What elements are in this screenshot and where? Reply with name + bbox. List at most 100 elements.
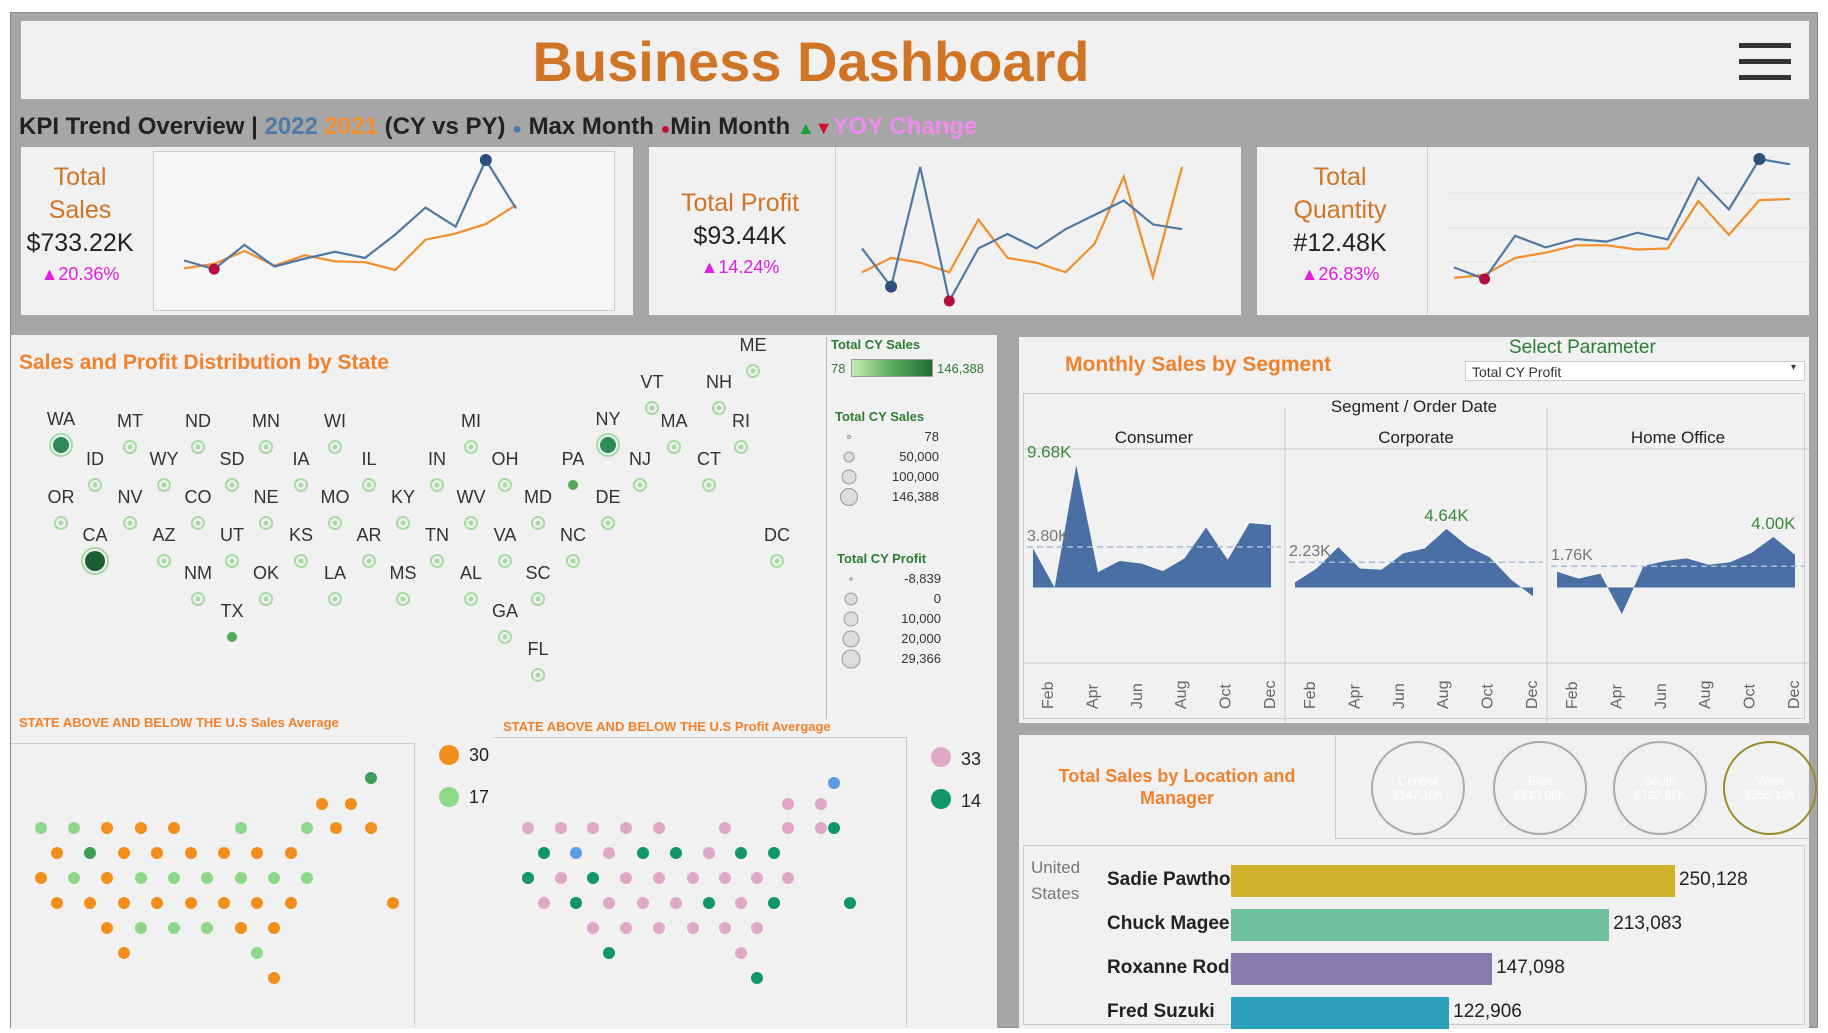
sales-avg-state-dot[interactable] bbox=[101, 922, 113, 934]
profit-avg-state-dot[interactable] bbox=[620, 822, 632, 834]
profit-avg-state-dot[interactable] bbox=[735, 947, 747, 959]
sales-avg-state-dot[interactable] bbox=[268, 922, 280, 934]
state-ks[interactable]: KS bbox=[289, 525, 313, 568]
sales-avg-state-dot[interactable] bbox=[251, 947, 263, 959]
sales-avg-state-dot[interactable] bbox=[84, 847, 96, 859]
sales-avg-state-dot[interactable] bbox=[35, 872, 47, 884]
sales-avg-state-dot[interactable] bbox=[185, 897, 197, 909]
profit-avg-state-dot[interactable] bbox=[687, 922, 699, 934]
region-south-badge[interactable]: South $122.91K bbox=[1613, 741, 1707, 835]
profit-avg-state-dot[interactable] bbox=[670, 847, 682, 859]
state-me[interactable]: ME bbox=[740, 335, 767, 378]
profit-avg-state-dot[interactable] bbox=[751, 872, 763, 884]
sales-avg-state-dot[interactable] bbox=[268, 972, 280, 984]
profit-avg-state-dot[interactable] bbox=[719, 822, 731, 834]
param-select[interactable]: Total CY Profit ▾ bbox=[1465, 361, 1805, 381]
sales-avg-state-dot[interactable] bbox=[51, 897, 63, 909]
sales-avg-state-dot[interactable] bbox=[135, 822, 147, 834]
state-il[interactable]: IL bbox=[361, 449, 377, 492]
state-de[interactable]: DE bbox=[595, 487, 621, 530]
state-ma[interactable]: MA bbox=[661, 411, 688, 454]
max-month-marker[interactable] bbox=[479, 154, 492, 166]
state-ok[interactable]: OK bbox=[253, 563, 279, 606]
profit-avg-state-dot[interactable] bbox=[844, 897, 856, 909]
state-mi[interactable]: MI bbox=[461, 411, 481, 454]
profit-avg-state-dot[interactable] bbox=[587, 922, 599, 934]
min-month-marker[interactable] bbox=[943, 295, 955, 307]
profit-avg-state-dot[interactable] bbox=[782, 872, 794, 884]
state-va[interactable]: VA bbox=[494, 525, 517, 568]
sales-avg-state-dot[interactable] bbox=[68, 822, 80, 834]
state-az[interactable]: AZ bbox=[152, 525, 176, 568]
sales-avg-state-dot[interactable] bbox=[201, 872, 213, 884]
sales-avg-state-dot[interactable] bbox=[168, 822, 180, 834]
state-ga[interactable]: GA bbox=[492, 601, 518, 644]
state-ct[interactable]: CT bbox=[697, 449, 721, 492]
profit-avg-state-dot[interactable] bbox=[555, 872, 567, 884]
sales-avg-state-dot[interactable] bbox=[168, 922, 180, 934]
manager-bar[interactable] bbox=[1231, 909, 1610, 941]
state-nh[interactable]: NH bbox=[706, 372, 732, 415]
sales-avg-state-dot[interactable] bbox=[151, 897, 163, 909]
profit-avg-state-dot[interactable] bbox=[815, 822, 827, 834]
state-ca[interactable]: CA bbox=[81, 525, 109, 575]
sales-avg-state-dot[interactable] bbox=[135, 922, 147, 934]
sales-avg-state-dot[interactable] bbox=[135, 872, 147, 884]
min-month-marker[interactable] bbox=[208, 263, 220, 275]
sales-avg-state-dot[interactable] bbox=[285, 897, 297, 909]
state-mn[interactable]: MN bbox=[252, 411, 280, 454]
state-vt[interactable]: VT bbox=[640, 372, 664, 415]
profit-avg-state-dot[interactable] bbox=[538, 847, 550, 859]
state-nm[interactable]: NM bbox=[184, 563, 212, 606]
sales-avg-state-dot[interactable] bbox=[218, 847, 230, 859]
manager-bar[interactable] bbox=[1231, 953, 1493, 985]
sales-avg-state-dot[interactable] bbox=[118, 847, 130, 859]
state-nj[interactable]: NJ bbox=[629, 449, 651, 492]
state-wy[interactable]: WY bbox=[150, 449, 179, 492]
state-pa[interactable]: PA bbox=[562, 449, 585, 490]
state-mt[interactable]: MT bbox=[117, 411, 143, 454]
sales-avg-state-dot[interactable] bbox=[84, 897, 96, 909]
profit-avg-state-dot[interactable] bbox=[828, 822, 840, 834]
profit-avg-state-dot[interactable] bbox=[687, 872, 699, 884]
state-dc[interactable]: DC bbox=[764, 525, 790, 568]
sales-avg-state-dot[interactable] bbox=[387, 897, 399, 909]
state-sc[interactable]: SC bbox=[525, 563, 551, 606]
min-month-marker[interactable] bbox=[1479, 273, 1491, 285]
profit-avg-state-dot[interactable] bbox=[637, 847, 649, 859]
sales-avg-state-dot[interactable] bbox=[101, 822, 113, 834]
profit-avg-state-dot[interactable] bbox=[782, 798, 794, 810]
state-nv[interactable]: NV bbox=[117, 487, 143, 530]
state-wv[interactable]: WV bbox=[457, 487, 486, 530]
region-east-badge[interactable]: East $213.08K bbox=[1493, 741, 1587, 835]
profit-avg-state-dot[interactable] bbox=[768, 847, 780, 859]
sales-avg-state-dot[interactable] bbox=[365, 822, 377, 834]
region-west-badge[interactable]: West $250.13K bbox=[1723, 741, 1817, 835]
sales-avg-state-dot[interactable] bbox=[151, 847, 163, 859]
sales-avg-state-dot[interactable] bbox=[35, 822, 47, 834]
profit-avg-state-dot[interactable] bbox=[538, 897, 550, 909]
region-central-badge[interactable]: Central $147.10K bbox=[1371, 741, 1465, 835]
state-ms[interactable]: MS bbox=[390, 563, 417, 606]
profit-avg-state-dot[interactable] bbox=[637, 897, 649, 909]
manager-bar[interactable] bbox=[1231, 997, 1450, 1029]
profit-avg-state-dot[interactable] bbox=[522, 822, 534, 834]
state-ut[interactable]: UT bbox=[220, 525, 244, 568]
profit-avg-state-dot[interactable] bbox=[703, 847, 715, 859]
profit-avg-state-dot[interactable] bbox=[815, 798, 827, 810]
profit-avg-state-dot[interactable] bbox=[719, 872, 731, 884]
state-sd[interactable]: SD bbox=[219, 449, 245, 492]
state-ny[interactable]: NY bbox=[595, 409, 621, 457]
profit-avg-state-dot[interactable] bbox=[570, 897, 582, 909]
sales-avg-state-dot[interactable] bbox=[345, 798, 357, 810]
sales-avg-state-dot[interactable] bbox=[68, 872, 80, 884]
profit-avg-state-dot[interactable] bbox=[587, 872, 599, 884]
sales-avg-state-dot[interactable] bbox=[218, 897, 230, 909]
profit-avg-state-dot[interactable] bbox=[603, 847, 615, 859]
profit-avg-state-dot[interactable] bbox=[620, 872, 632, 884]
profit-avg-state-dot[interactable] bbox=[653, 872, 665, 884]
max-month-marker[interactable] bbox=[885, 280, 898, 293]
sales-avg-state-dot[interactable] bbox=[185, 847, 197, 859]
profit-avg-state-dot[interactable] bbox=[620, 922, 632, 934]
profit-avg-state-dot[interactable] bbox=[653, 822, 665, 834]
